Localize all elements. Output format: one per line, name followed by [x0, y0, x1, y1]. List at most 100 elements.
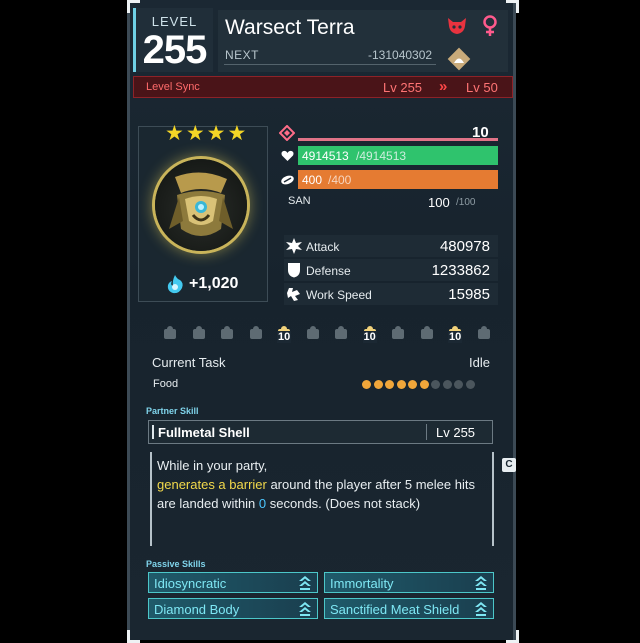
passive-skill-name: Diamond Body [154, 602, 240, 617]
farming-icon [474, 324, 494, 344]
partner-skill-description-text: While in your party, generates a barrier … [157, 456, 482, 513]
san-label: SAN [288, 195, 311, 207]
defense-row: Defense 1233862 [284, 259, 498, 281]
level-sync-from: Lv 255 [383, 80, 423, 95]
stamina-max: /400 [328, 173, 352, 187]
passive-skill-name: Sanctified Meat Shield [330, 602, 460, 617]
planting-icon [217, 324, 237, 344]
work-level-badge: 10 [277, 331, 292, 343]
cooling-icon [417, 324, 437, 344]
next-label: NEXT [225, 48, 260, 62]
gathering-icon [303, 324, 323, 344]
food-pip [419, 380, 429, 389]
rank-up-icon [475, 602, 487, 616]
current-task-label: Current Task [152, 355, 226, 370]
kindling-icon [160, 324, 180, 344]
stamina-current: 400 [302, 173, 323, 187]
partner-skill-name: Fullmetal Shell [158, 425, 250, 440]
partner-skill-label: Partner Skill [146, 406, 199, 416]
work-speed-row: Work Speed 15985 [284, 283, 498, 305]
watering-icon [189, 324, 209, 344]
name-box: Warsect Terra NEXT -131040302 [218, 10, 508, 72]
heart-icon [281, 150, 294, 161]
food-pip [442, 380, 452, 389]
warsect-terra-image [169, 172, 233, 236]
attack-row: Attack 480978 [284, 235, 498, 257]
passive-skill-immortality[interactable]: Immortality [324, 572, 494, 593]
c-key-button[interactable]: C [502, 458, 516, 472]
level-sync-bar: Level Sync Lv 255 » Lv 50 [133, 76, 513, 98]
partner-skill-description: While in your party, generates a barrier … [150, 452, 494, 546]
food-label: Food [153, 378, 179, 390]
pal-portrait-panel: ★★★★ +1,020 [138, 122, 268, 302]
rank-stars: ★★★★ [165, 122, 249, 145]
attack-label: Attack [306, 240, 340, 254]
medicine-icon [388, 324, 408, 344]
hp-bar: 4914513 /4914513 [298, 146, 498, 165]
hp-max: /4914513 [356, 149, 407, 163]
attack-value: 480978 [439, 238, 490, 255]
level-label: LEVEL [151, 14, 198, 29]
desc-highlight: generates a barrier [157, 477, 267, 492]
food-pip [465, 380, 475, 389]
next-exp-value: -131040302 [368, 48, 433, 62]
female-icon [483, 15, 497, 36]
exp-bar [224, 64, 436, 65]
work-panel: 10 10 10 Current Task Idle Food [146, 320, 498, 396]
desc-text: seconds. (Does not stack) [266, 496, 421, 511]
level-sync-to: Lv 50 [466, 80, 498, 95]
desc-line: While in your party, [157, 458, 268, 473]
work-level-badge: 10 [448, 331, 463, 343]
partner-skill-level: Lv 255 [436, 425, 476, 440]
rank-up-icon [299, 602, 311, 616]
dark-element-icon [448, 18, 466, 34]
food-pip [362, 380, 371, 389]
level-sync-label: Level Sync [146, 81, 200, 93]
partner-skill-marker [152, 425, 154, 439]
stamina-icon [281, 175, 294, 185]
rank-value: 10 [472, 124, 489, 141]
level-value: 255 [142, 28, 208, 72]
partner-work-icon [447, 47, 471, 71]
work-speed-icon [287, 288, 300, 301]
rank-bar [298, 138, 498, 141]
defense-value: 1233862 [431, 262, 490, 279]
hp-current: 4914513 [302, 149, 349, 163]
work-speed-label: Work Speed [306, 288, 372, 302]
soul-icon [167, 275, 183, 294]
passive-skill-name: Immortality [330, 576, 394, 591]
passive-skill-name: Idiosyncratic [154, 576, 227, 591]
work-speed-value: 15985 [448, 286, 490, 303]
electricity-icon [246, 324, 266, 344]
work-level-badge: 10 [362, 331, 377, 343]
attack-icon [286, 238, 302, 254]
food-pip [385, 380, 394, 389]
level-box: LEVEL 255 [133, 8, 213, 72]
frame-corner [506, 630, 519, 643]
food-pip [454, 380, 463, 389]
rank-up-icon [475, 576, 487, 590]
rank-up-icon [299, 576, 311, 590]
passive-skills-label: Passive Skills [146, 559, 206, 569]
current-task-value: Idle [469, 355, 490, 370]
soul-value: +1,020 [189, 275, 239, 292]
food-pip [431, 380, 440, 389]
pal-name[interactable]: Warsect Terra [225, 16, 355, 40]
passive-skill-idiosyncratic[interactable]: Idiosyncratic [148, 572, 318, 593]
passive-skill-sanctified-meat-shield[interactable]: Sanctified Meat Shield [324, 598, 494, 619]
food-pip [373, 380, 383, 389]
shield-icon [288, 263, 300, 278]
frame-corner [127, 630, 140, 643]
food-pip [396, 380, 406, 389]
defense-label: Defense [306, 264, 351, 278]
condense-icon [279, 125, 295, 141]
stamina-bar: 400 /400 [298, 170, 498, 189]
san-current: 100 [428, 195, 450, 210]
lumbering-icon [331, 324, 351, 344]
level-sync-arrow: » [439, 78, 448, 95]
san-max: /100 [456, 197, 476, 208]
divider [426, 424, 427, 440]
passive-skill-diamond-body[interactable]: Diamond Body [148, 598, 318, 619]
partner-skill-box[interactable]: Fullmetal Shell Lv 255 [148, 420, 493, 444]
food-pip [408, 380, 417, 389]
